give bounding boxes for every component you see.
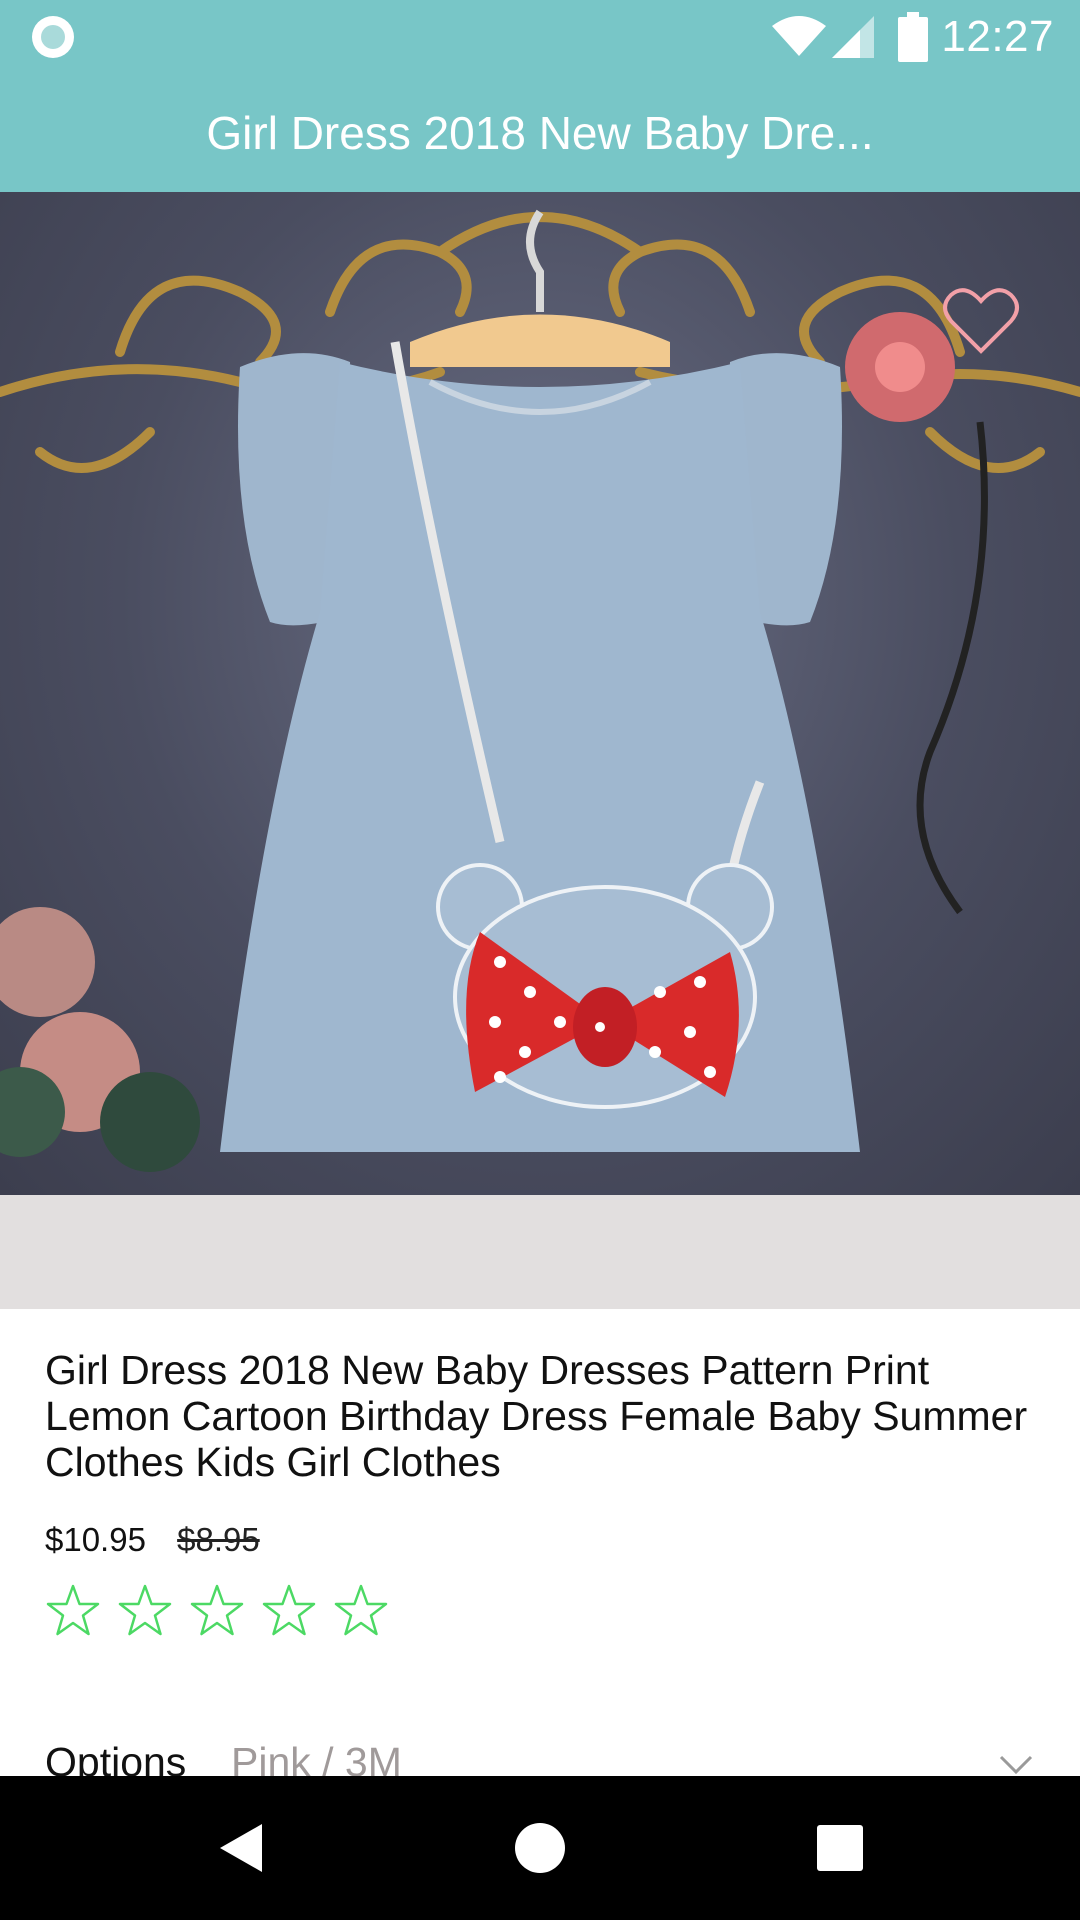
options-label: Options [45,1739,187,1776]
app-bar: Girl Dress 2018 New Baby Dre... [0,74,1080,192]
battery-icon [898,12,928,62]
home-icon[interactable] [508,1816,572,1880]
star-icon[interactable] [45,1583,101,1639]
dress-photo [0,209,1080,1172]
price-row: $10.95 $8.95 [45,1521,260,1559]
product-title: Girl Dress 2018 New Baby Dresses Pattern… [45,1347,1028,1485]
star-icon[interactable] [333,1583,389,1639]
page-title: Girl Dress 2018 New Baby Dre... [206,107,874,159]
notification-dot-icon [32,16,74,58]
options-value: Pink / 3M [231,1739,402,1776]
status-time: 12:27 [941,12,1054,61]
star-icon[interactable] [117,1583,173,1639]
product-image[interactable] [0,192,1080,1195]
status-bar: 12:27 [0,0,1080,74]
star-icon[interactable] [189,1583,245,1639]
options-selector[interactable]: Options Pink / 3M [45,1739,1035,1776]
price: $10.95 [45,1521,146,1558]
signal-icon [832,16,874,58]
image-footer-band [0,1195,1080,1309]
star-icon[interactable] [261,1583,317,1639]
chevron-down-icon [999,1755,1033,1775]
heart-outline-icon[interactable] [942,285,1020,357]
wifi-icon [772,16,826,56]
back-icon[interactable] [210,1816,274,1880]
navigation-bar [0,1776,1080,1920]
original-price: $8.95 [177,1521,260,1558]
star-rating[interactable] [45,1583,389,1639]
product-details: Girl Dress 2018 New Baby Dresses Pattern… [0,1309,1080,1776]
app-screen: 12:27 Girl Dress 2018 New Baby Dre... Gi… [0,0,1080,1920]
recents-icon[interactable] [808,1816,872,1880]
